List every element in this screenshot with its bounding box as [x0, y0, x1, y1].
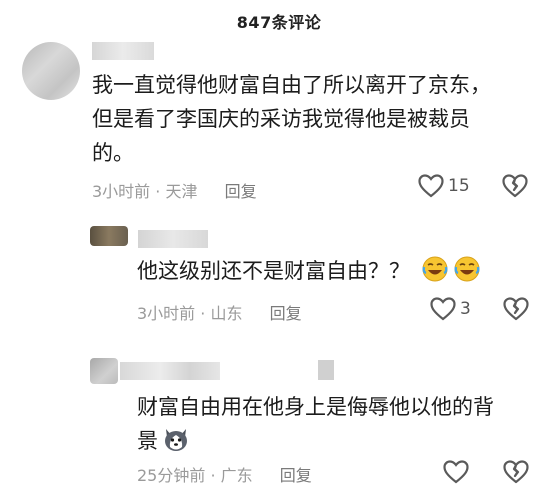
comment-meta: 3小时前 · 山东 回复 [137, 304, 302, 323]
like-count: 15 [448, 176, 470, 196]
username-blurred[interactable] [92, 42, 154, 60]
comments-header: 847条评论 [0, 0, 558, 36]
heart-icon [418, 174, 444, 198]
username-blurred-extra [318, 360, 334, 380]
dislike-button[interactable] [502, 174, 528, 198]
comment-text[interactable]: 他这级别还不是财富自由？？ [137, 254, 537, 288]
comment-count-title: 847条评论 [236, 13, 322, 32]
laugh-cry-emoji [453, 255, 481, 283]
username-blurred[interactable] [120, 362, 220, 380]
comment-location: 天津 [165, 182, 198, 201]
reply-button[interactable]: 回复 [225, 182, 257, 201]
comment-time: 3小时前 [92, 182, 151, 201]
reply-button[interactable]: 回复 [280, 466, 312, 485]
avatar[interactable] [90, 358, 118, 384]
comment-meta: 25分钟前 · 广东 回复 [137, 466, 312, 485]
reply-button[interactable]: 回复 [270, 304, 302, 323]
laugh-cry-emoji [421, 255, 449, 283]
like-button[interactable]: 3 [430, 297, 471, 321]
comment-meta: 3小时前 · 天津 回复 [92, 182, 257, 201]
username-blurred[interactable] [138, 230, 208, 248]
like-count: 3 [460, 299, 471, 319]
broken-heart-icon [502, 174, 528, 198]
comment-location: 广东 [220, 466, 253, 485]
dislike-button[interactable] [503, 297, 529, 321]
heart-icon [430, 297, 456, 321]
broken-heart-icon [503, 297, 529, 321]
comment-time: 3小时前 [137, 304, 196, 323]
like-button[interactable]: 15 [418, 174, 470, 198]
dislike-button[interactable] [503, 460, 529, 484]
comment-text[interactable]: 我一直觉得他财富自由了所以离开了京东， 但是看了李国庆的采访我觉得他是被裁员 的… [92, 68, 552, 170]
like-button[interactable] [443, 460, 469, 484]
husky-emoji [162, 425, 190, 453]
comment-location: 山东 [210, 304, 243, 323]
avatar[interactable] [22, 42, 80, 100]
comment-time: 25分钟前 [137, 466, 206, 485]
comment-text[interactable]: 财富自由用在他身上是侮辱他以他的背 景 [137, 390, 537, 458]
broken-heart-icon [503, 460, 529, 484]
heart-icon [443, 460, 469, 484]
avatar[interactable] [90, 226, 128, 246]
